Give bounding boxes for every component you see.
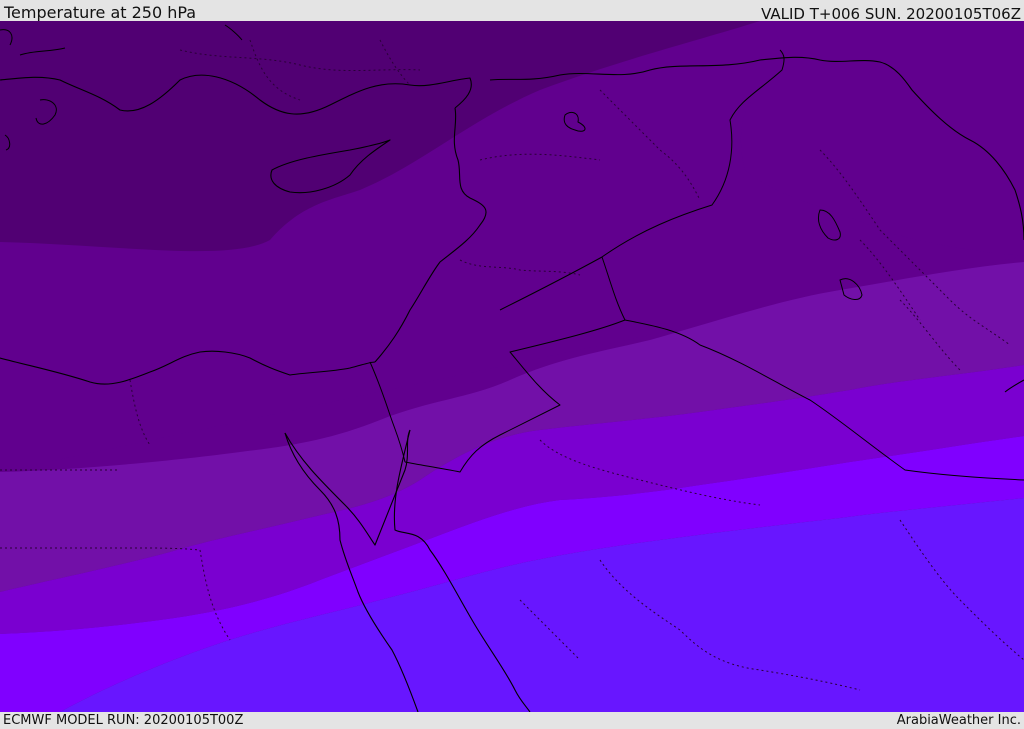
credit: ArabiaWeather Inc.	[896, 713, 1021, 728]
map-title: Temperature at 250 hPa	[4, 3, 197, 22]
temperature-map[interactable]	[0, 21, 1024, 712]
footer-bar: ECMWF MODEL RUN: 20200105T00Z ArabiaWeat…	[0, 712, 1024, 729]
map-canvas	[0, 21, 1024, 712]
model-run: ECMWF MODEL RUN: 20200105T00Z	[3, 713, 244, 728]
header-bar: Temperature at 250 hPa VALID T+006 SUN. …	[0, 0, 1024, 23]
